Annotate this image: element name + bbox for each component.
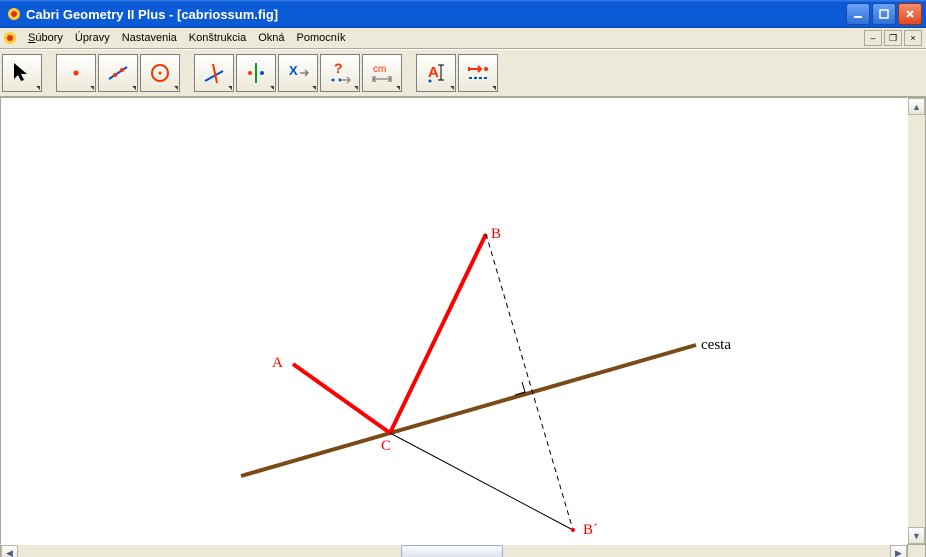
perpendicular-icon	[202, 61, 226, 85]
vertical-scrollbar[interactable]: ▲ ▼	[907, 97, 926, 545]
menu-konstrukcia[interactable]: Konštrukcia	[183, 30, 252, 46]
translate-tool[interactable]: X	[278, 54, 318, 92]
line-tool[interactable]	[98, 54, 138, 92]
svg-text:X: X	[289, 63, 298, 78]
scroll-thumb[interactable]	[401, 545, 503, 557]
label-icon: A	[424, 61, 448, 85]
pointer-icon	[10, 61, 34, 85]
reflection-tool[interactable]	[236, 54, 276, 92]
toolbar: X ? cm A	[0, 49, 926, 97]
label-cesta[interactable]: cesta	[701, 337, 731, 354]
mdi-minimize-button[interactable]: –	[864, 30, 882, 46]
menubar: Súbory Úpravy Nastavenia Konštrukcia Okn…	[0, 28, 926, 49]
circle-tool[interactable]	[140, 54, 180, 92]
segment-c-bprime	[390, 433, 573, 530]
measure-icon: cm	[370, 61, 394, 85]
measure-tool[interactable]: cm	[362, 54, 402, 92]
scroll-left-button[interactable]: ◀	[1, 545, 18, 557]
scroll-corner	[907, 544, 926, 557]
check-icon: ?	[328, 61, 352, 85]
line-icon	[106, 61, 130, 85]
line-cesta	[241, 345, 696, 476]
appearance-icon	[466, 61, 490, 85]
close-button[interactable]	[898, 3, 922, 25]
mdi-close-button[interactable]: ×	[904, 30, 922, 46]
menu-okna[interactable]: Okná	[252, 30, 290, 46]
label-bprime[interactable]: B´	[583, 522, 598, 539]
menu-nastavenia[interactable]: Nastavenia	[116, 30, 183, 46]
point-bprime	[571, 528, 575, 532]
app-icon	[6, 6, 22, 22]
doc-icon	[2, 30, 18, 46]
window-title: Cabri Geometry II Plus - [cabriossum.fig…	[26, 7, 846, 22]
window-buttons	[846, 3, 922, 25]
mdi-restore-button[interactable]: ❐	[884, 30, 902, 46]
svg-text:?: ?	[334, 61, 343, 76]
appearance-tool[interactable]	[458, 54, 498, 92]
label-a[interactable]: A	[272, 355, 283, 372]
check-property-tool[interactable]: ?	[320, 54, 360, 92]
titlebar: Cabri Geometry II Plus - [cabriossum.fig…	[0, 0, 926, 28]
menu-subory[interactable]: Súbory	[22, 30, 69, 46]
label-b[interactable]: B	[491, 226, 501, 243]
scroll-up-button[interactable]: ▲	[908, 98, 925, 115]
mdi-buttons: – ❐ ×	[864, 30, 924, 46]
label-c[interactable]: C	[381, 438, 391, 455]
minimize-button[interactable]	[846, 3, 870, 25]
svg-text:A: A	[428, 64, 439, 81]
svg-text:cm: cm	[373, 64, 386, 75]
perpendicular-tool[interactable]	[194, 54, 234, 92]
scroll-right-button[interactable]: ▶	[890, 545, 907, 557]
point-icon	[64, 61, 88, 85]
point-tool[interactable]	[56, 54, 96, 92]
segment-ac	[293, 364, 390, 433]
circle-icon	[148, 61, 172, 85]
translate-icon: X	[286, 61, 310, 85]
segment-cb	[390, 234, 486, 433]
geometry-drawing	[1, 98, 907, 544]
maximize-button[interactable]	[872, 3, 896, 25]
menu-pomocnik[interactable]: Pomocník	[291, 30, 352, 46]
segment-b-bprime	[486, 234, 573, 530]
workspace: A B C B´ cesta ▲ ▼ ◀ ▶	[0, 97, 926, 557]
pointer-tool[interactable]	[2, 54, 42, 92]
horizontal-scrollbar[interactable]: ◀ ▶	[0, 544, 908, 557]
menu-upravy[interactable]: Úpravy	[69, 30, 116, 46]
reflection-icon	[244, 61, 268, 85]
label-tool[interactable]: A	[416, 54, 456, 92]
scroll-down-button[interactable]: ▼	[908, 527, 925, 544]
canvas[interactable]: A B C B´ cesta	[0, 97, 908, 545]
